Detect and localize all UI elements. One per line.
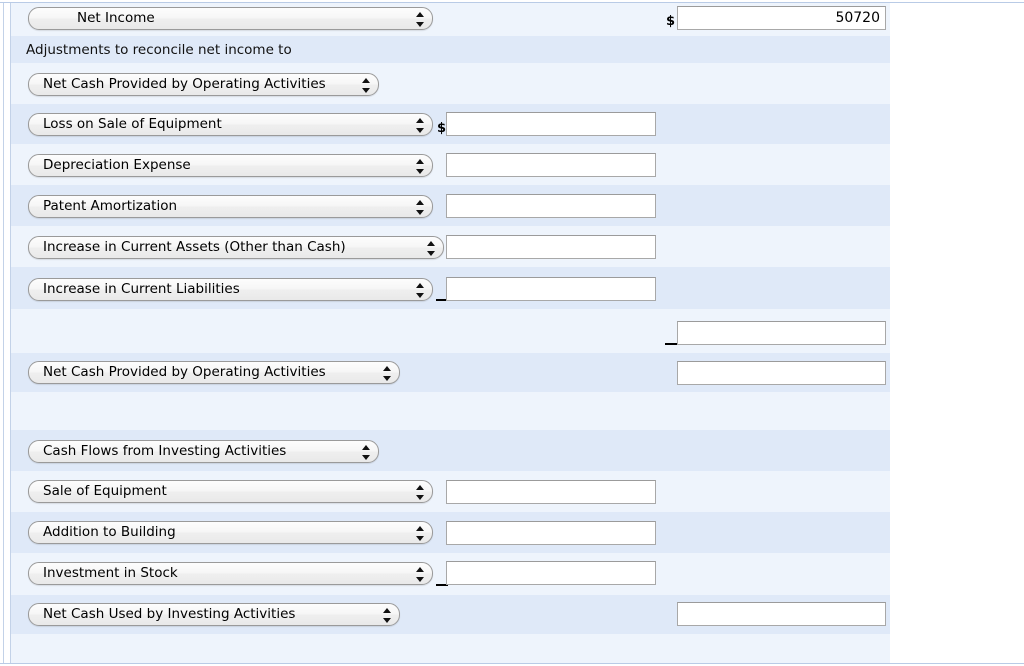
table-row: Sale of Equipment <box>11 471 890 512</box>
table-row: Addition to Building <box>11 512 890 553</box>
section-select-label: Cash Flows from Investing Activities <box>43 443 286 459</box>
subtotal-rule-mark <box>665 343 677 345</box>
account-select-increase-in-current-liabilities[interactable]: Increase in Current Liabilities <box>28 278 433 301</box>
currency-symbol-net-income: $ <box>666 15 675 29</box>
table-row-spacer <box>11 392 890 430</box>
table-row <box>11 309 890 353</box>
chevron-updown-icon <box>383 365 392 382</box>
account-select-addition-to-building[interactable]: Addition to Building <box>28 521 433 544</box>
chevron-updown-icon <box>416 484 425 501</box>
table-row: Patent Amortization <box>11 185 890 226</box>
adjustments-caption: Adjustments to reconcile net income to <box>26 42 292 58</box>
chevron-updown-icon <box>416 199 425 216</box>
account-select-label: Net Income <box>77 10 155 26</box>
account-select-label: Patent Amortization <box>43 198 177 214</box>
table-row-spacer <box>11 634 890 663</box>
section-select-net-cash-used-investing[interactable]: Net Cash Used by Investing Activities <box>28 603 400 626</box>
total-input-operating-subtotal[interactable] <box>677 321 886 345</box>
chevron-updown-icon <box>427 240 436 257</box>
section-select-label: Net Cash Provided by Operating Activitie… <box>43 76 326 92</box>
amount-input-increase-in-current-liabilities[interactable] <box>446 277 656 301</box>
worksheet-table: Net Income $ 50720 Adjustments to reconc… <box>11 3 890 663</box>
table-row: Net Income $ 50720 <box>11 3 890 36</box>
account-select-increase-in-current-assets[interactable]: Increase in Current Assets (Other than C… <box>28 236 444 259</box>
amount-input-increase-in-current-assets[interactable] <box>446 235 656 259</box>
section-select-label: Net Cash Provided by Operating Activitie… <box>43 364 326 380</box>
table-row: Investment in Stock <box>11 553 890 595</box>
amount-input-addition-to-building[interactable] <box>446 521 656 545</box>
table-row: Loss on Sale of Equipment $ <box>11 104 890 144</box>
account-select-label: Sale of Equipment <box>43 483 167 499</box>
table-row: Depreciation Expense <box>11 144 890 185</box>
currency-symbol-loss-on-sale: $ <box>437 122 446 136</box>
section-select-investing-header[interactable]: Cash Flows from Investing Activities <box>28 440 379 463</box>
account-select-patent-amortization[interactable]: Patent Amortization <box>28 195 433 218</box>
section-select-label: Net Cash Used by Investing Activities <box>43 606 295 622</box>
table-row: Cash Flows from Investing Activities <box>11 430 890 471</box>
outer-frame-border <box>3 3 4 663</box>
account-select-investment-in-stock[interactable]: Investment in Stock <box>28 562 433 585</box>
total-input-net-cash-operating[interactable] <box>677 361 886 385</box>
amount-input-investment-in-stock[interactable] <box>446 561 656 585</box>
section-select-operating-header[interactable]: Net Cash Provided by Operating Activitie… <box>28 73 379 96</box>
account-select-depreciation-expense[interactable]: Depreciation Expense <box>28 154 433 177</box>
table-row: Net Cash Provided by Operating Activitie… <box>11 63 890 104</box>
chevron-updown-icon <box>416 11 425 28</box>
chevron-updown-icon <box>362 77 371 94</box>
account-select-net-income[interactable]: Net Income <box>28 7 433 30</box>
chevron-updown-icon <box>416 525 425 542</box>
amount-input-net-income[interactable]: 50720 <box>677 6 886 30</box>
account-select-label: Increase in Current Assets (Other than C… <box>43 239 346 255</box>
amount-input-loss-on-sale-of-equipment[interactable] <box>446 112 656 136</box>
account-select-label: Depreciation Expense <box>43 157 191 173</box>
amount-input-depreciation-expense[interactable] <box>446 153 656 177</box>
bottom-divider <box>0 663 1024 664</box>
chevron-updown-icon <box>362 444 371 461</box>
account-select-label: Loss on Sale of Equipment <box>43 116 222 132</box>
account-select-label: Investment in Stock <box>43 565 178 581</box>
chevron-updown-icon <box>416 566 425 583</box>
account-select-label: Addition to Building <box>43 524 176 540</box>
chevron-updown-icon <box>416 117 425 134</box>
amount-input-sale-of-equipment[interactable] <box>446 480 656 504</box>
section-select-net-cash-operating-total[interactable]: Net Cash Provided by Operating Activitie… <box>28 361 400 384</box>
total-input-net-cash-used-investing[interactable] <box>677 602 886 626</box>
table-row: Adjustments to reconcile net income to <box>11 36 890 63</box>
cash-flow-worksheet: Net Income $ 50720 Adjustments to reconc… <box>0 0 1024 666</box>
table-row: Net Cash Provided by Operating Activitie… <box>11 353 890 392</box>
table-row: Net Cash Used by Investing Activities <box>11 595 890 634</box>
chevron-updown-icon <box>416 282 425 299</box>
amount-input-patent-amortization[interactable] <box>446 194 656 218</box>
table-row: Increase in Current Liabilities <box>11 267 890 309</box>
chevron-updown-icon <box>416 158 425 175</box>
account-select-loss-on-sale-of-equipment[interactable]: Loss on Sale of Equipment <box>28 113 433 136</box>
chevron-updown-icon <box>383 607 392 624</box>
account-select-label: Increase in Current Liabilities <box>43 281 240 297</box>
table-row: Increase in Current Assets (Other than C… <box>11 226 890 267</box>
account-select-sale-of-equipment[interactable]: Sale of Equipment <box>28 480 433 503</box>
